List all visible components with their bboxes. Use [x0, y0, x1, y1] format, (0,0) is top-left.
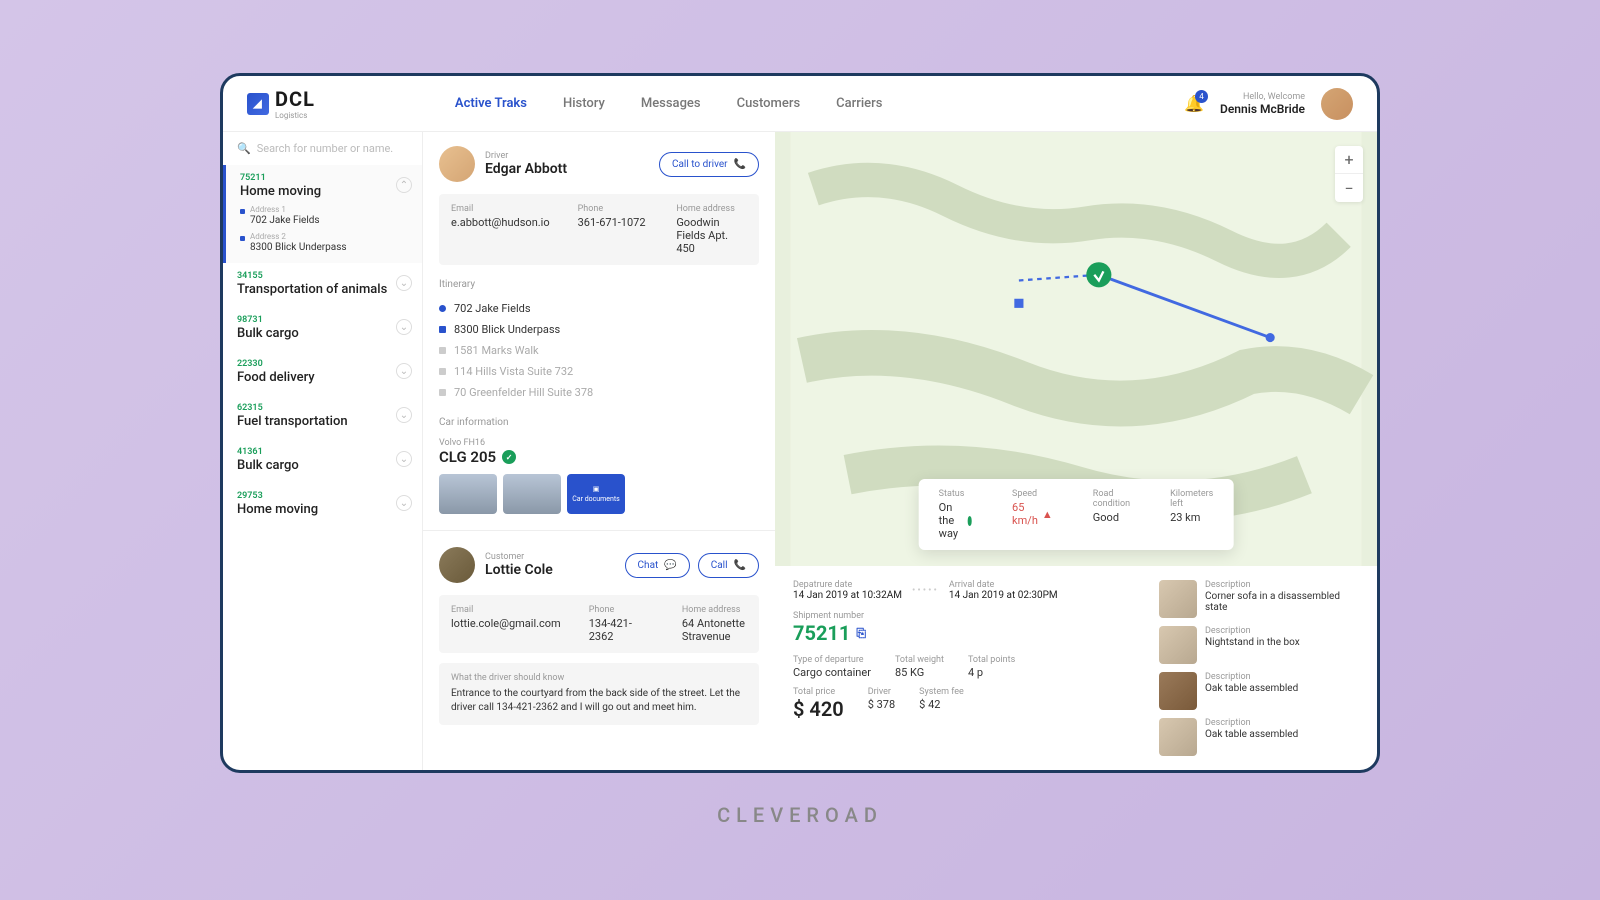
search-input[interactable]: 🔍 Search for number or name.: [223, 132, 422, 165]
copy-icon[interactable]: ⎘: [856, 626, 866, 641]
shipment-number: 75211⎘: [793, 621, 1139, 645]
item-image: [1159, 626, 1197, 664]
list-item: DescriptionOak table assembled: [1159, 718, 1359, 756]
items-list: DescriptionCorner sofa in a disassembled…: [1159, 580, 1359, 756]
header: ◢ DCL Logistics Active Traks History Mes…: [223, 76, 1377, 132]
list-item: DescriptionCorner sofa in a disassembled…: [1159, 580, 1359, 618]
sidebar: 🔍 Search for number or name. 75211 Home …: [223, 132, 423, 770]
car-photo[interactable]: [439, 474, 497, 514]
document-icon: ▣: [593, 485, 600, 493]
customer-avatar: [439, 547, 475, 583]
zoom-in-button[interactable]: +: [1335, 146, 1363, 174]
bell-icon[interactable]: 🔔4: [1184, 94, 1204, 113]
car-model: Volvo FH16: [439, 438, 759, 448]
expand-icon[interactable]: ⌄: [396, 407, 412, 423]
nav-history[interactable]: History: [563, 96, 605, 111]
expand-icon[interactable]: ⌄: [396, 363, 412, 379]
dates: Depatrure date14 Jan 2019 at 10:32AM •••…: [793, 580, 1139, 601]
user-name: Dennis McBride: [1220, 102, 1305, 116]
nav-customers[interactable]: Customers: [737, 96, 801, 111]
collapse-icon[interactable]: ⌃: [396, 177, 412, 193]
map[interactable]: + − StatusOn the way Speed65 km/h▲ Road …: [775, 132, 1377, 566]
car-photo[interactable]: [503, 474, 561, 514]
nav-carriers[interactable]: Carriers: [836, 96, 882, 111]
track-item[interactable]: 34155Transportation of animals⌄: [223, 263, 422, 307]
body: 🔍 Search for number or name. 75211 Home …: [223, 132, 1377, 770]
search-placeholder: Search for number or name.: [257, 142, 394, 155]
driver-info: Emaile.abbott@hudson.io Phone361-671-107…: [439, 194, 759, 265]
nav-active-traks[interactable]: Active Traks: [455, 96, 527, 111]
list-item: DescriptionNightstand in the box: [1159, 626, 1359, 664]
phone-icon: 📞: [734, 159, 746, 170]
itinerary-label: Itinerary: [439, 279, 759, 290]
driver-avatar: [439, 146, 475, 182]
expand-icon[interactable]: ⌄: [396, 319, 412, 335]
welcome-label: Hello, Welcome: [1220, 92, 1305, 102]
warning-icon: ▲: [1042, 508, 1053, 521]
footer-brand: CLEVEROAD: [717, 803, 883, 827]
avatar[interactable]: [1321, 88, 1353, 120]
welcome: Hello, Welcome Dennis McBride: [1220, 92, 1305, 116]
track-item[interactable]: 41361Bulk cargo⌄: [223, 439, 422, 483]
list-item: DescriptionOak table assembled: [1159, 672, 1359, 710]
brand-sub: Logistics: [275, 111, 315, 120]
track-item[interactable]: 29753Home moving⌄: [223, 483, 422, 527]
chat-icon: 💬: [664, 560, 676, 571]
expand-icon[interactable]: ⌄: [396, 451, 412, 467]
logo-mark: ◢: [247, 93, 269, 115]
item-image: [1159, 580, 1197, 618]
brand-name: DCL: [275, 87, 315, 111]
verified-icon: ✓: [502, 450, 516, 464]
track-item[interactable]: 22330Food delivery⌄: [223, 351, 422, 395]
phone-icon: 📞: [734, 560, 746, 571]
car-photos: ▣Car documents: [439, 474, 759, 514]
zoom-controls: + −: [1335, 146, 1363, 202]
item-image: [1159, 672, 1197, 710]
car-section-label: Car information: [439, 417, 759, 428]
nav-messages[interactable]: Messages: [641, 96, 701, 111]
track-title: Home moving: [240, 184, 408, 199]
user-area: 🔔4 Hello, Welcome Dennis McBride: [1184, 88, 1353, 120]
track-item[interactable]: 62315Fuel transportation⌄: [223, 395, 422, 439]
driver-header: Driver Edgar Abbott Call to driver📞: [439, 146, 759, 182]
customer-header: Customer Lottie Cole Chat💬 Call📞: [439, 547, 759, 583]
driver-note: What the driver should know Entrance to …: [439, 663, 759, 725]
map-status-card: StatusOn the way Speed65 km/h▲ Road cond…: [919, 479, 1234, 550]
dots-separator: •••••: [912, 585, 939, 596]
notif-badge: 4: [1195, 90, 1208, 103]
right-column: + − StatusOn the way Speed65 km/h▲ Road …: [775, 132, 1377, 770]
app-window: ◢ DCL Logistics Active Traks History Mes…: [220, 73, 1380, 773]
track-item[interactable]: 75211 Home moving Address 1 702 Jake Fie…: [223, 165, 422, 263]
track-id: 75211: [240, 173, 408, 183]
chat-button[interactable]: Chat💬: [625, 553, 690, 578]
zoom-out-button[interactable]: −: [1335, 174, 1363, 202]
nav: Active Traks History Messages Customers …: [455, 96, 882, 111]
expand-icon[interactable]: ⌄: [396, 495, 412, 511]
divider: [423, 530, 775, 531]
item-image: [1159, 718, 1197, 756]
address-1: Address 1 702 Jake Fields: [240, 205, 408, 226]
track-item[interactable]: 98731Bulk cargo⌄: [223, 307, 422, 351]
car-plate: CLG 205✓: [439, 448, 759, 466]
status-dot-icon: [967, 516, 972, 526]
expand-icon[interactable]: ⌄: [396, 275, 412, 291]
driver-role: Driver: [485, 151, 567, 161]
search-icon: 🔍: [237, 142, 251, 155]
address-2: Address 2 8300 Blick Underpass: [240, 232, 408, 253]
itinerary: 702 Jake Fields 8300 Blick Underpass 158…: [439, 298, 759, 403]
call-driver-button[interactable]: Call to driver📞: [659, 152, 759, 177]
customer-name: Lottie Cole: [485, 562, 553, 578]
shipment-panel: Depatrure date14 Jan 2019 at 10:32AM •••…: [775, 566, 1377, 770]
driver-name: Edgar Abbott: [485, 161, 567, 177]
call-customer-button[interactable]: Call📞: [698, 553, 759, 578]
left-column: Driver Edgar Abbott Call to driver📞 Emai…: [423, 132, 775, 770]
car-documents-button[interactable]: ▣Car documents: [567, 474, 625, 514]
customer-role: Customer: [485, 552, 553, 562]
detail: Driver Edgar Abbott Call to driver📞 Emai…: [423, 132, 1377, 770]
logo[interactable]: ◢ DCL Logistics: [247, 87, 315, 120]
customer-info: Emaillottie.cole@gmail.com Phone134-421-…: [439, 595, 759, 653]
